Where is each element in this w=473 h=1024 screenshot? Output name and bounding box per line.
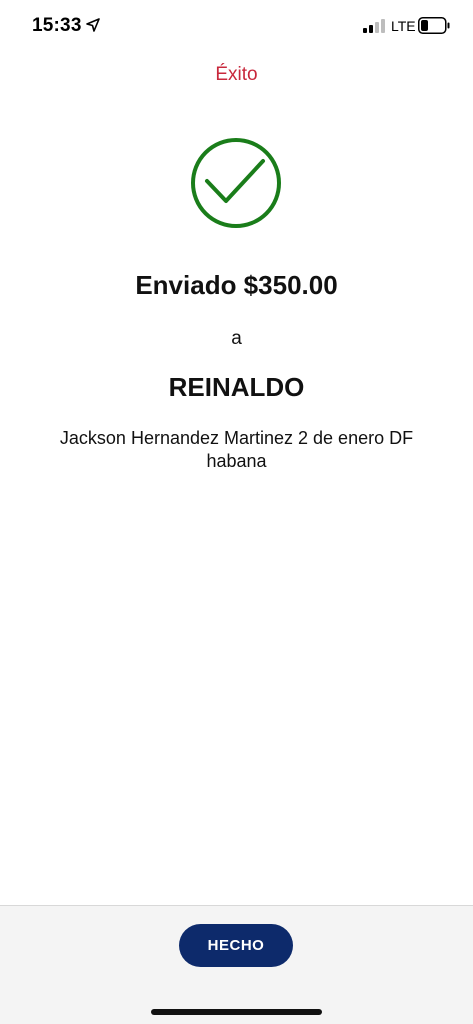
battery-icon xyxy=(418,17,450,34)
success-check-icon xyxy=(189,136,283,230)
recipient-address: Jackson Hernandez Martinez 2 de enero DF… xyxy=(59,428,414,471)
status-time: 15:33 xyxy=(32,15,82,36)
sent-amount: Enviado $350.00 xyxy=(135,270,338,300)
bottom-action-bar: HECHO xyxy=(0,905,473,1024)
page-title: Éxito xyxy=(215,64,258,85)
done-button[interactable]: HECHO xyxy=(179,924,293,967)
recipient-name: REINALDO xyxy=(168,372,305,402)
network-type: LTE xyxy=(391,18,416,34)
home-indicator[interactable] xyxy=(151,1009,322,1015)
success-screen: 15:33 LTE Éxito Enviado $350.00 a REINAL… xyxy=(0,0,473,1024)
location-arrow-icon xyxy=(86,18,100,32)
connector-text: a xyxy=(231,328,242,349)
signal-strength-icon xyxy=(363,19,385,33)
status-bar: 15:33 LTE xyxy=(0,0,473,52)
